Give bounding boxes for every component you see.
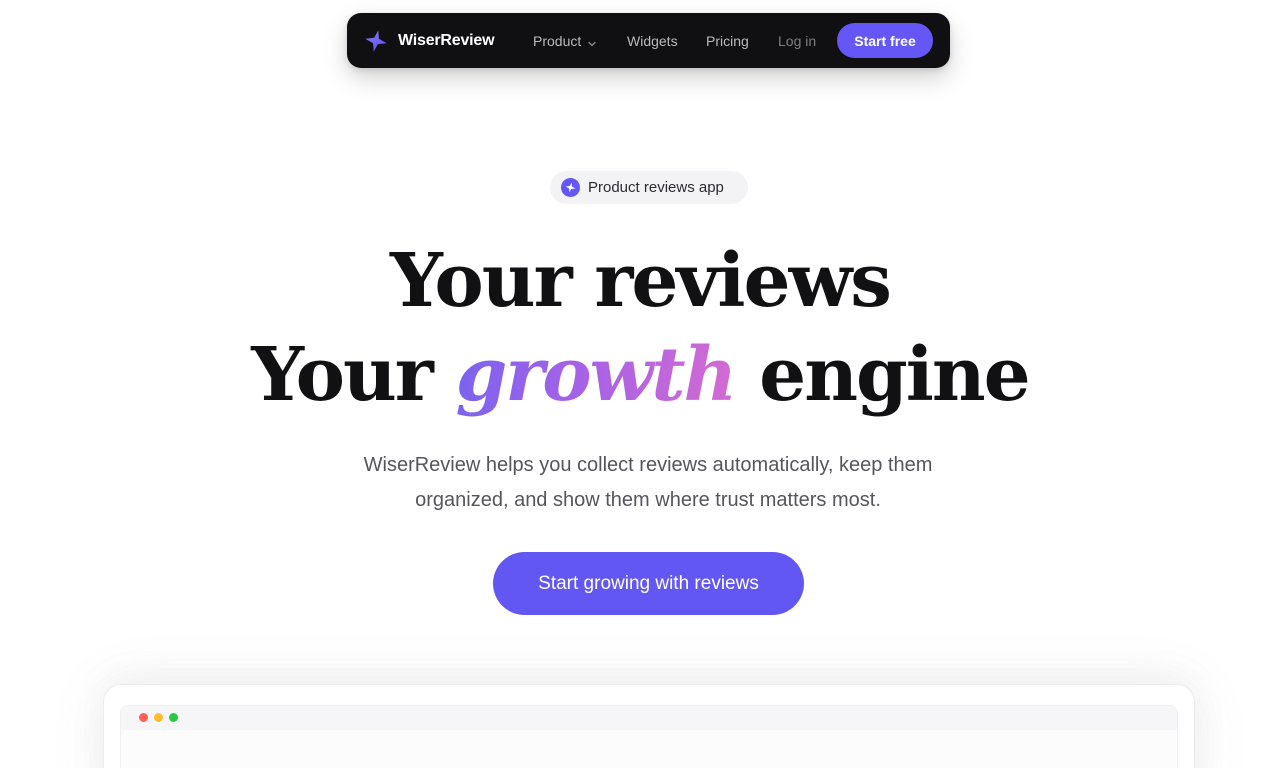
chevron-down-icon xyxy=(587,36,597,46)
hero-subtext-line1: WiserReview helps you collect reviews au… xyxy=(363,454,933,476)
top-navbar: WiserReview Product Widgets Pricing Log … xyxy=(347,13,950,68)
hero-subtext-line2: organized, and show them where trust mat… xyxy=(415,489,881,511)
nav-item-pricing[interactable]: Pricing xyxy=(706,13,749,68)
window-maximize-dot xyxy=(169,713,178,722)
star-badge-icon xyxy=(561,178,580,197)
app-preview-inner xyxy=(120,705,1178,768)
hero-headline-line2: Your growth engine xyxy=(0,332,1280,418)
nav-item-product[interactable]: Product xyxy=(533,13,597,68)
headline-accent-word: growth xyxy=(455,332,738,418)
start-growing-button[interactable]: Start growing with reviews xyxy=(493,552,804,615)
landing-page: WiserReview Product Widgets Pricing Log … xyxy=(0,0,1280,768)
nav-item-widgets[interactable]: Widgets xyxy=(627,13,678,68)
product-badge: Product reviews app xyxy=(550,171,748,204)
start-free-button[interactable]: Start free xyxy=(837,23,933,58)
wiserreview-star-logo-icon xyxy=(364,29,388,53)
headline-prefix: Your xyxy=(251,332,456,418)
window-close-dot xyxy=(139,713,148,722)
nav-item-label: Product xyxy=(533,32,582,49)
window-title-bar xyxy=(121,706,1177,730)
app-preview-window xyxy=(103,684,1195,768)
hero-headline-line1: Your reviews xyxy=(390,238,892,324)
badge-label: Product reviews app xyxy=(588,179,724,196)
brand-link[interactable]: WiserReview xyxy=(364,13,495,68)
window-minimize-dot xyxy=(154,713,163,722)
login-link[interactable]: Log in xyxy=(778,13,816,68)
headline-suffix: engine xyxy=(735,332,1031,418)
brand-name: WiserReview xyxy=(398,31,495,49)
